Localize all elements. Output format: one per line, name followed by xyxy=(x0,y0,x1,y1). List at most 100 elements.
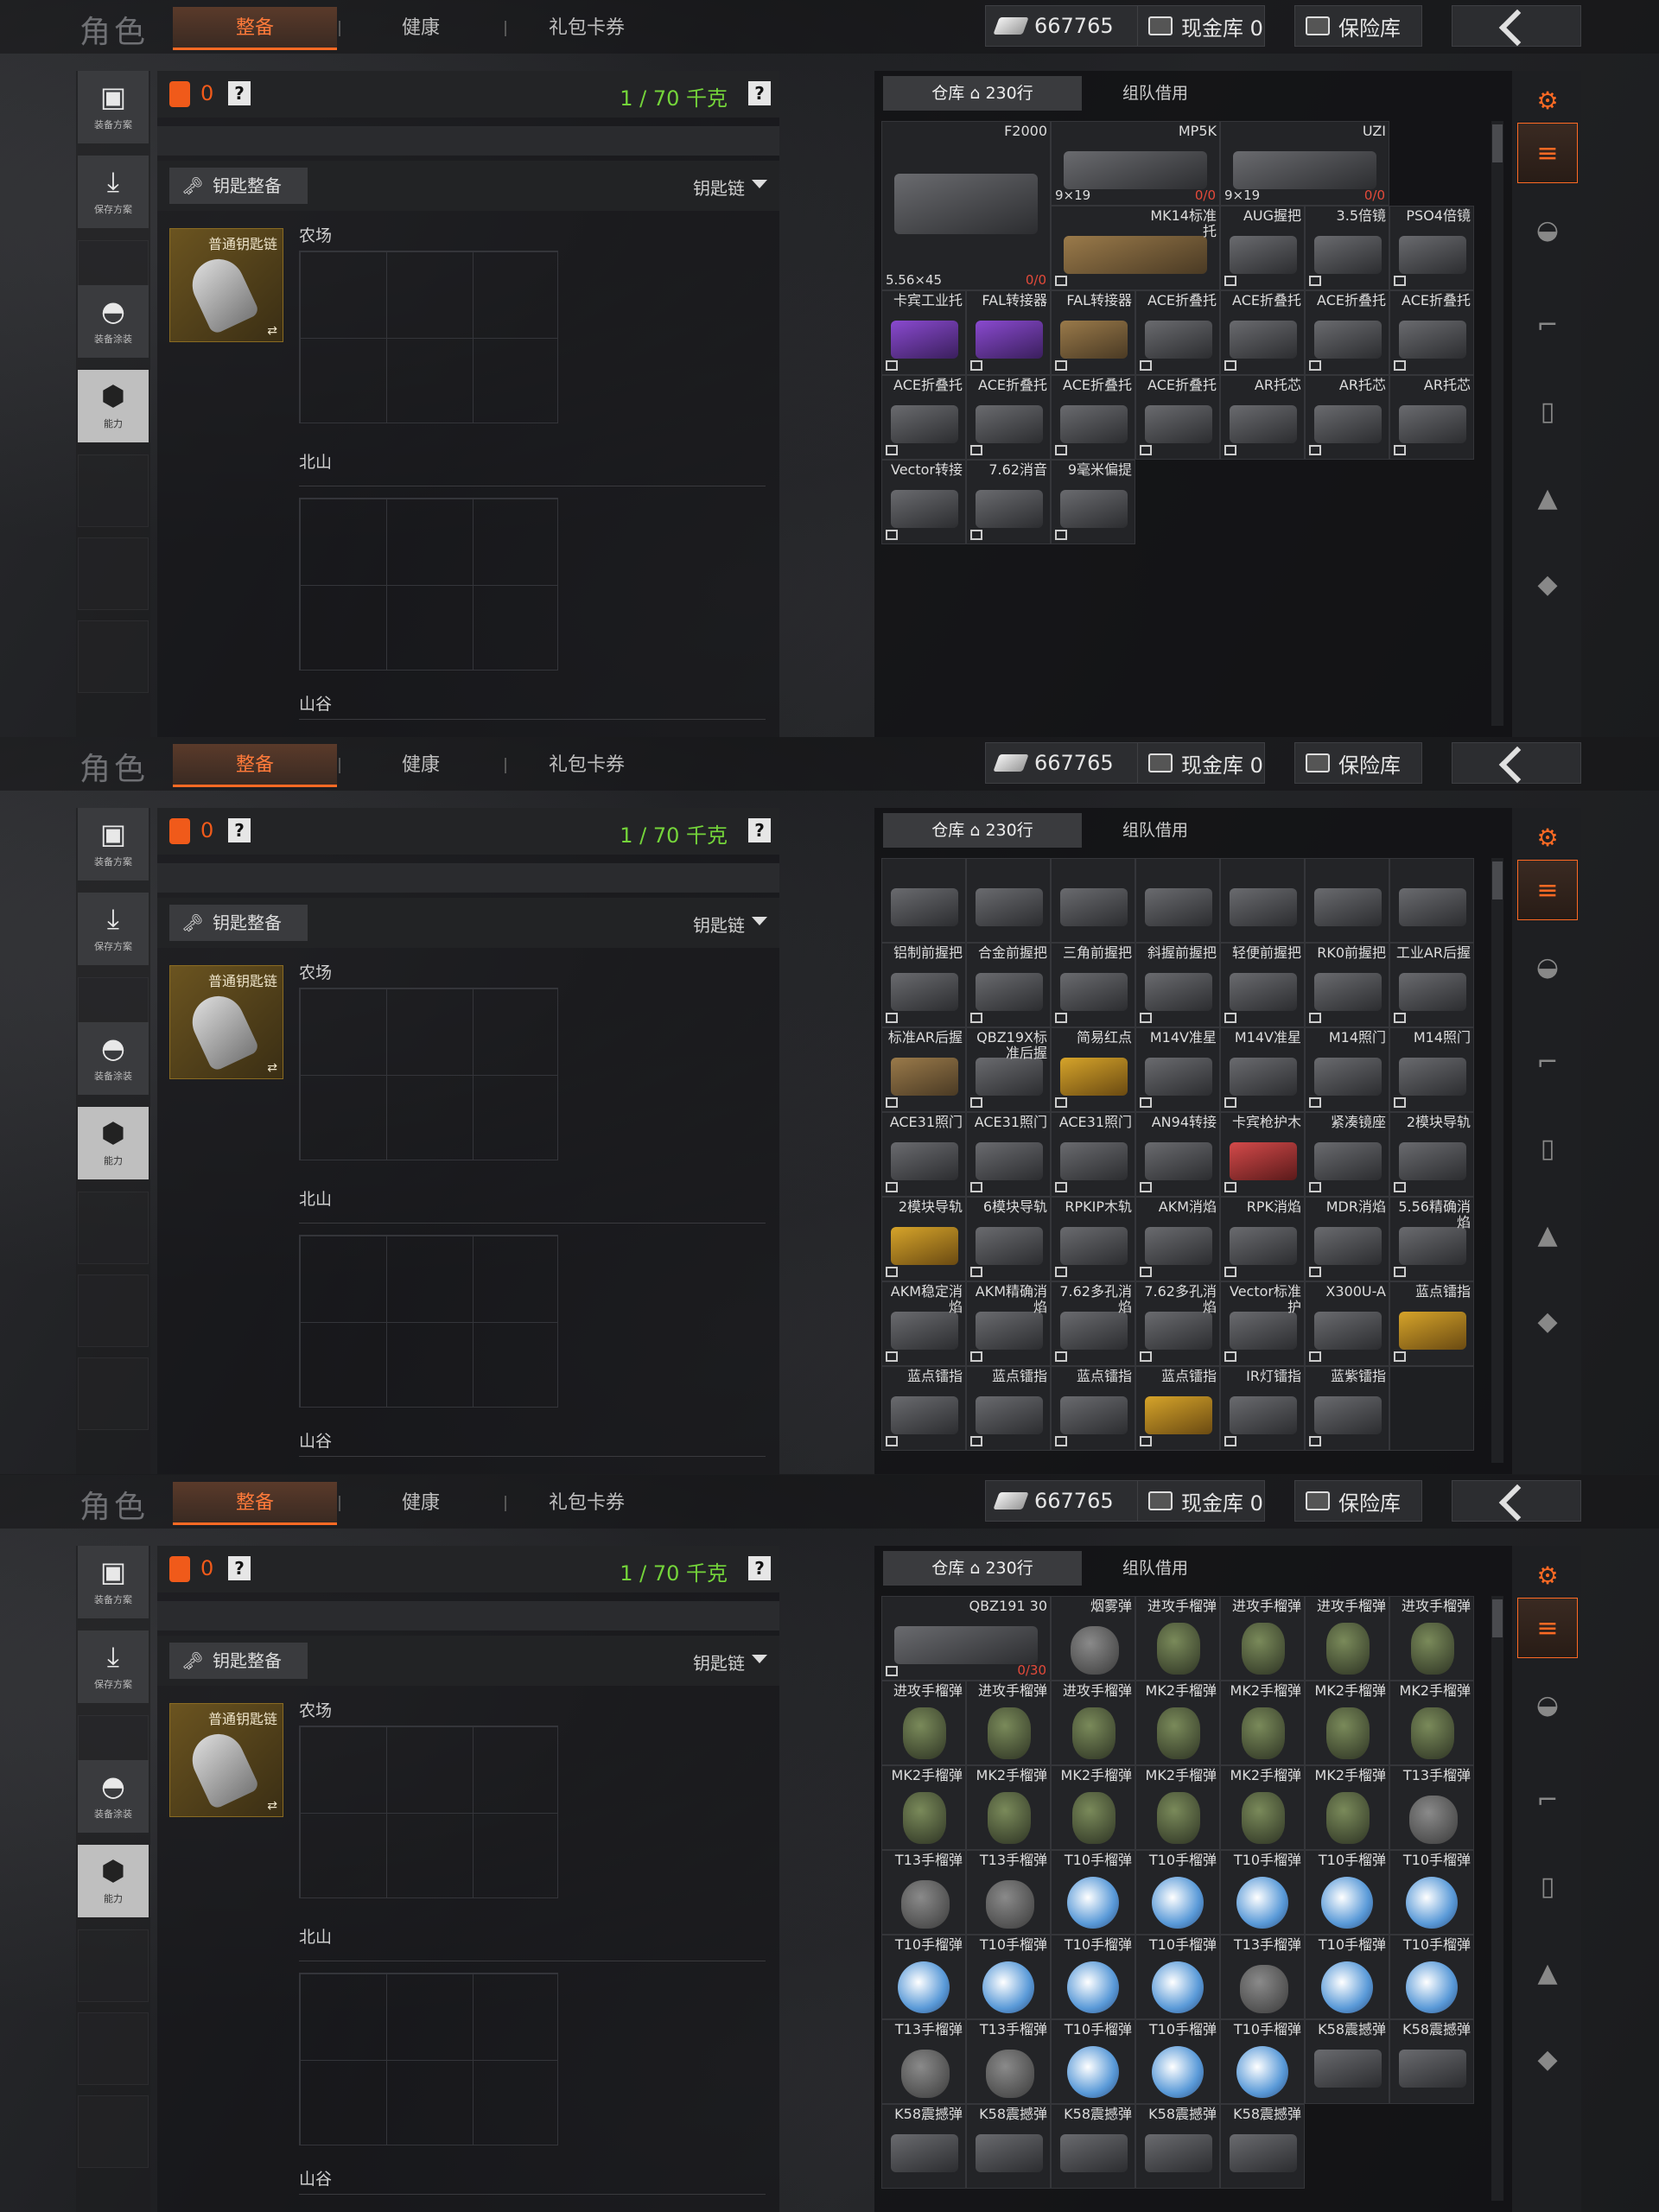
warehouse-settings-icon[interactable]: ⚙ xyxy=(1517,817,1578,860)
help-icon[interactable]: ? xyxy=(228,1556,251,1580)
inventory-item[interactable]: MK2手榴弹 xyxy=(1135,1681,1220,1765)
inventory-item[interactable]: T10手榴弹 xyxy=(1389,1850,1474,1935)
inventory-item[interactable]: T13手榴弹 xyxy=(1389,1765,1474,1850)
inventory-item[interactable]: 蓝紫镭指 xyxy=(1305,1366,1389,1451)
inventory-item[interactable]: M14V准星 xyxy=(1220,1027,1305,1112)
inventory-item[interactable]: 蓝点镭指 xyxy=(1389,1281,1474,1366)
warehouse-settings-icon[interactable]: ⚙ xyxy=(1517,79,1578,123)
inventory-item[interactable]: FAL转接器 xyxy=(1051,290,1135,375)
all-items-icon[interactable]: ≡ xyxy=(1517,860,1578,920)
inventory-item[interactable]: 紧凑镜座 xyxy=(1305,1112,1389,1197)
inventory-item[interactable]: T10手榴弹 xyxy=(1305,1935,1389,2019)
tab-warehouse[interactable]: 仓库 ⌂ 230行 xyxy=(883,813,1082,848)
inventory-item[interactable]: UZI 9×19 0/0 xyxy=(1220,121,1389,206)
inventory-item[interactable]: T10手榴弹 xyxy=(1051,2019,1135,2104)
tab-warehouse[interactable]: 仓库 ⌂ 230行 xyxy=(883,76,1082,111)
swap-icon[interactable]: ⇄ xyxy=(267,324,277,338)
key-slot-grid[interactable] xyxy=(299,498,558,671)
inventory-item[interactable]: T10手榴弹 xyxy=(966,1935,1051,2019)
chevron-down-icon[interactable] xyxy=(752,1655,767,1663)
inventory-item[interactable]: T10手榴弹 xyxy=(1051,1850,1135,1935)
inventory-item[interactable]: T10手榴弹 xyxy=(1220,2019,1305,2104)
inventory-item[interactable]: 合金前握把 xyxy=(966,943,1051,1027)
key-loadout-button[interactable]: 钥匙整备 xyxy=(169,905,308,941)
inventory-item[interactable]: AR托芯 xyxy=(1220,375,1305,460)
ability-button[interactable]: ⬢ 能力 xyxy=(78,370,149,442)
inventory-item[interactable]: MP5K 9×19 0/0 xyxy=(1051,121,1220,206)
key-slot-grid[interactable] xyxy=(299,1235,558,1408)
safe-button[interactable]: 保险库 xyxy=(1294,742,1422,784)
all-items-icon[interactable]: ≡ xyxy=(1517,123,1578,183)
inventory-item[interactable]: K58震撼弹 xyxy=(1051,2104,1135,2189)
scrollbar[interactable] xyxy=(1491,1596,1503,2201)
tab-health[interactable]: 健康 xyxy=(339,7,503,50)
inventory-item[interactable] xyxy=(1389,858,1474,943)
tab-loadout[interactable]: 整备 xyxy=(173,7,337,50)
help-icon[interactable]: ? xyxy=(228,81,251,105)
magazine-icon[interactable]: ▯ xyxy=(1517,1119,1578,1179)
armor-icon[interactable]: ◒ xyxy=(1517,1675,1578,1736)
inventory-item[interactable] xyxy=(1051,858,1135,943)
inventory-item[interactable]: 7.62消音 xyxy=(966,460,1051,544)
inventory-item[interactable]: ACE折叠托 xyxy=(966,375,1051,460)
rifle-icon[interactable]: ⌐ xyxy=(1517,1033,1578,1093)
inventory-item[interactable]: 2模块导轨 xyxy=(881,1197,966,1281)
keychain-dropdown[interactable]: 钥匙链 xyxy=(693,175,745,200)
help-icon[interactable]: ? xyxy=(748,81,771,105)
inventory-item[interactable]: 进攻手榴弹 xyxy=(1305,1596,1389,1681)
rifle-icon[interactable]: ⌐ xyxy=(1517,296,1578,356)
keychain-slot[interactable]: 普通钥匙链 ⇄ xyxy=(169,228,283,342)
armor-icon[interactable]: ◒ xyxy=(1517,200,1578,261)
inventory-item[interactable]: 轻便前握把 xyxy=(1220,943,1305,1027)
inventory-item[interactable]: RPKIP木轨 xyxy=(1051,1197,1135,1281)
loadout-plan-button[interactable]: ▣ 装备方案 xyxy=(78,1546,149,1618)
key-loadout-button[interactable]: 钥匙整备 xyxy=(169,168,308,204)
inventory-item[interactable]: T10手榴弹 xyxy=(1135,2019,1220,2104)
ammo-icon[interactable]: ▲ xyxy=(1517,468,1578,529)
inventory-item[interactable]: 进攻手榴弹 xyxy=(1220,1596,1305,1681)
scroll-thumb[interactable] xyxy=(1492,124,1503,162)
inventory-item[interactable]: T10手榴弹 xyxy=(1389,1935,1474,2019)
inventory-item[interactable]: IR灯镭指 xyxy=(1220,1366,1305,1451)
inventory-item[interactable]: 卡宾枪护木 xyxy=(1220,1112,1305,1197)
inventory-item[interactable]: T13手榴弹 xyxy=(966,2019,1051,2104)
armor-icon[interactable]: ◒ xyxy=(1517,938,1578,998)
attachment-icon[interactable]: ◆ xyxy=(1517,2030,1578,2090)
inventory-item[interactable]: T10手榴弹 xyxy=(1220,1850,1305,1935)
inventory-item[interactable]: 进攻手榴弹 xyxy=(1389,1596,1474,1681)
inventory-item[interactable]: AN94转接 xyxy=(1135,1112,1220,1197)
inventory-item[interactable]: MK2手榴弹 xyxy=(1220,1681,1305,1765)
inventory-item[interactable]: ACE31照门 xyxy=(966,1112,1051,1197)
inventory-item[interactable]: Vector标准护 xyxy=(1220,1281,1305,1366)
inventory-item[interactable]: 蓝点镭指 xyxy=(1135,1366,1220,1451)
inventory-item[interactable]: 简易红点 xyxy=(1051,1027,1135,1112)
inventory-item[interactable]: MK2手榴弹 xyxy=(1220,1765,1305,1850)
key-slot-grid[interactable] xyxy=(299,1973,558,2145)
back-button[interactable] xyxy=(1452,742,1581,784)
inventory-item[interactable]: 进攻手榴弹 xyxy=(881,1681,966,1765)
inventory-item[interactable]: K58震撼弹 xyxy=(966,2104,1051,2189)
inventory-item[interactable]: AKM精确消焰 xyxy=(966,1281,1051,1366)
key-slot-grid[interactable] xyxy=(299,251,558,423)
attachment-icon[interactable]: ◆ xyxy=(1517,1292,1578,1352)
safe-button[interactable]: 保险库 xyxy=(1294,5,1422,47)
inventory-item[interactable]: M14照门 xyxy=(1389,1027,1474,1112)
skin-button[interactable]: ◓ 装备涂装 xyxy=(78,1022,149,1095)
inventory-item[interactable]: MK2手榴弹 xyxy=(1051,1765,1135,1850)
tab-team-borrow[interactable]: 组队借用 xyxy=(1090,76,1220,111)
inventory-item[interactable]: K58震撼弹 xyxy=(1135,2104,1220,2189)
inventory-item[interactable]: MDR消焰 xyxy=(1305,1197,1389,1281)
inventory-item[interactable]: 标准AR后握 xyxy=(881,1027,966,1112)
inventory-item[interactable]: T10手榴弹 xyxy=(1305,1850,1389,1935)
inventory-item[interactable]: K58震撼弹 xyxy=(1305,2019,1389,2104)
inventory-item[interactable]: T13手榴弹 xyxy=(881,2019,966,2104)
inventory-item[interactable]: 进攻手榴弹 xyxy=(966,1681,1051,1765)
inventory-item[interactable]: 7.62多孔消焰 xyxy=(1051,1281,1135,1366)
inventory-item[interactable]: ACE折叠托 xyxy=(1220,290,1305,375)
inventory-item[interactable]: 蓝点镭指 xyxy=(881,1366,966,1451)
inventory-item[interactable]: ACE折叠托 xyxy=(1051,375,1135,460)
magazine-icon[interactable]: ▯ xyxy=(1517,1857,1578,1917)
tab-gift-vouchers[interactable]: 礼包卡券 xyxy=(505,7,669,50)
keychain-slot[interactable]: 普通钥匙链 ⇄ xyxy=(169,1703,283,1817)
inventory-item[interactable]: K58震撼弹 xyxy=(881,2104,966,2189)
